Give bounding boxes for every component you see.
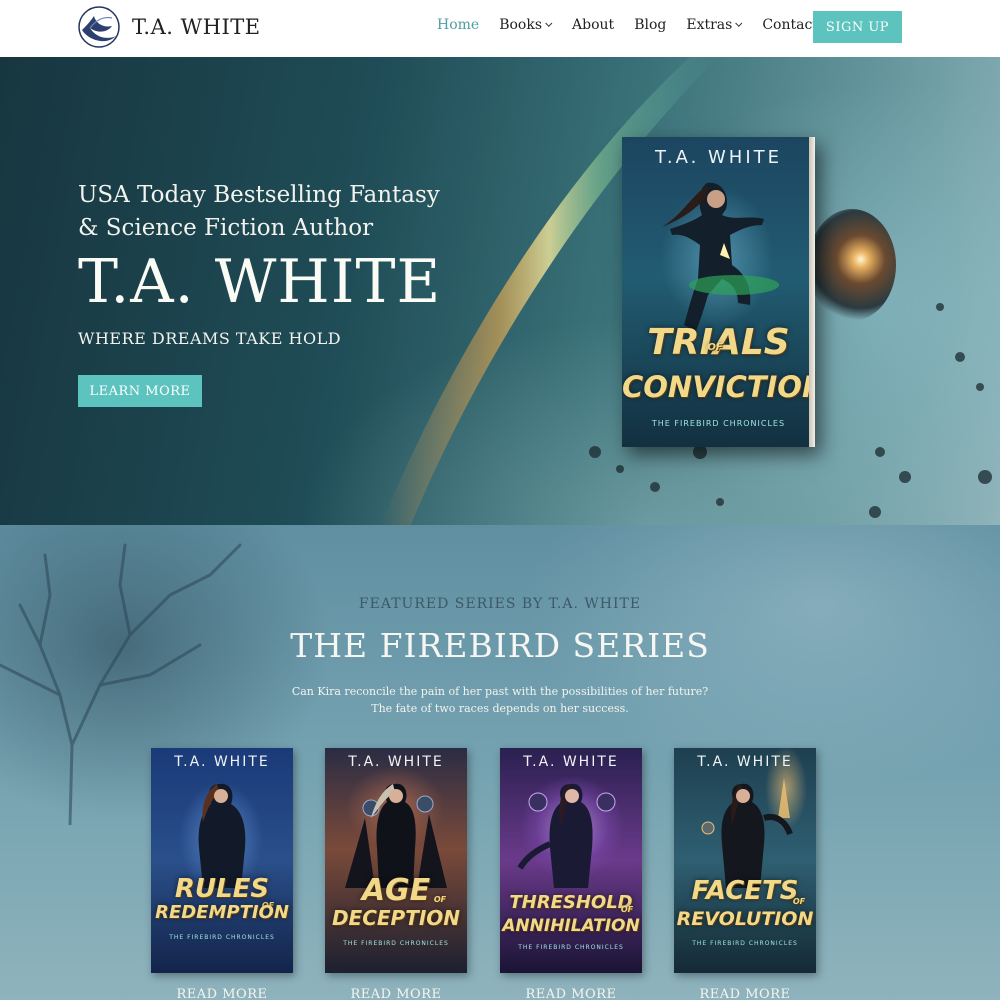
book-title-of: OF bbox=[792, 897, 806, 906]
featured-book-cover[interactable]: T.A. WHITE TRIALS OF CONVICTION THE FIRE… bbox=[622, 137, 815, 447]
sign-up-button[interactable]: SIGN UP bbox=[813, 11, 902, 43]
logo-text: T.A. WHITE bbox=[132, 15, 261, 39]
hero-subtitle: USA Today Bestselling Fantasy & Science … bbox=[78, 182, 440, 241]
nav-item-home[interactable]: Home bbox=[437, 17, 479, 33]
read-more-link[interactable]: READ MORE bbox=[500, 987, 642, 1000]
learn-more-button[interactable]: LEARN MORE bbox=[78, 375, 202, 407]
chevron-down-icon bbox=[545, 19, 553, 27]
series-kicker: FEATURED SERIES BY T.A. WHITE bbox=[358, 596, 642, 612]
book-series-name: THE FIREBIRD CHRONICLES bbox=[692, 940, 798, 947]
heroine-figure-illustration bbox=[701, 778, 793, 888]
book-series-name: THE FIREBIRD CHRONICLES bbox=[518, 944, 624, 951]
book-author: T.A. WHITE bbox=[523, 754, 619, 770]
book-title-line2: ANNIHILATION bbox=[502, 916, 640, 936]
series-title: THE FIREBIRD SERIES bbox=[290, 626, 710, 665]
book-title-line2: DECEPTION bbox=[331, 906, 461, 930]
chevron-down-icon bbox=[735, 19, 743, 27]
nav-item-contact[interactable]: Contact bbox=[762, 17, 818, 33]
hero-section: USA Today Bestselling Fantasy & Science … bbox=[0, 57, 1000, 525]
series-description: Can Kira reconcile the pain of her past … bbox=[0, 683, 1000, 717]
nav-item-label: Blog bbox=[634, 17, 667, 33]
nav-item-label: Books bbox=[499, 17, 543, 33]
book-spine bbox=[809, 137, 815, 447]
book-title-of: OF bbox=[707, 342, 723, 353]
heroine-figure-illustration bbox=[662, 182, 779, 331]
nav-item-label: Extras bbox=[686, 17, 733, 33]
book-title-line2: REVOLUTION bbox=[676, 908, 814, 930]
nav-item-books[interactable]: Books bbox=[499, 17, 553, 33]
book-cover-facets-of-revolution[interactable]: T.A. WHITE FACETS OF REVOLUTION THE FIRE… bbox=[674, 748, 816, 973]
featured-series-section: FEATURED SERIES BY T.A. WHITE THE FIREBI… bbox=[0, 525, 1000, 1000]
book-series-name: THE FIREBIRD CHRONICLES bbox=[651, 419, 786, 428]
read-more-link[interactable]: READ MORE bbox=[674, 987, 816, 1000]
book-author: T.A. WHITE bbox=[697, 754, 793, 770]
heroine-figure-illustration bbox=[345, 783, 447, 888]
firebird-logo-icon bbox=[78, 6, 120, 48]
book-title-line2: REDEMPTION bbox=[155, 902, 289, 923]
book-series-name: THE FIREBIRD CHRONICLES bbox=[343, 940, 449, 947]
read-more-link[interactable]: READ MORE bbox=[325, 987, 467, 1000]
book-title-line2: CONVICTION bbox=[622, 370, 815, 404]
main-nav: Home Books About Blog Extras Contact bbox=[437, 17, 838, 33]
site-header: T.A. WHITE Home Books About Blog Extras … bbox=[0, 0, 1000, 57]
spaceship-orb-decoration bbox=[808, 209, 896, 321]
book-title-line1: RULES bbox=[174, 874, 270, 904]
nav-item-extras[interactable]: Extras bbox=[686, 17, 743, 33]
nav-item-label: Contact bbox=[762, 17, 818, 33]
book-series-name: THE FIREBIRD CHRONICLES bbox=[169, 934, 275, 941]
series-description-line: Can Kira reconcile the pain of her past … bbox=[291, 685, 709, 698]
book-cover-threshold-of-annihilation[interactable]: T.A. WHITE THRESHOLD OF ANNIHILATION THE… bbox=[500, 748, 642, 973]
book-author: T.A. WHITE bbox=[348, 754, 444, 770]
book-title-of: OF bbox=[433, 895, 447, 904]
hero-tagline: WHERE DREAMS TAKE HOLD bbox=[78, 329, 342, 348]
heroine-figure-illustration bbox=[517, 783, 616, 888]
book-cover-rules-of-redemption[interactable]: T.A. WHITE RULES OF REDEMPTION THE FIREB… bbox=[151, 748, 293, 973]
site-logo[interactable]: T.A. WHITE bbox=[78, 6, 261, 48]
nav-item-blog[interactable]: Blog bbox=[634, 17, 666, 33]
nav-item-label: Home bbox=[437, 17, 480, 33]
nav-item-about[interactable]: About bbox=[572, 17, 614, 33]
hero-title: T.A. WHITE bbox=[78, 247, 442, 317]
book-cover-age-of-deception[interactable]: T.A. WHITE AGE OF DECEPTION THE FIREBIRD… bbox=[325, 748, 467, 973]
book-author: T.A. WHITE bbox=[174, 754, 270, 770]
heroine-figure-illustration bbox=[198, 783, 246, 888]
book-author: T.A. WHITE bbox=[654, 147, 783, 168]
read-more-link[interactable]: READ MORE bbox=[151, 987, 293, 1000]
series-description-line: The fate of two races depends on her suc… bbox=[371, 702, 629, 715]
nav-item-label: About bbox=[572, 17, 615, 33]
book-title-of: OF bbox=[620, 905, 634, 914]
